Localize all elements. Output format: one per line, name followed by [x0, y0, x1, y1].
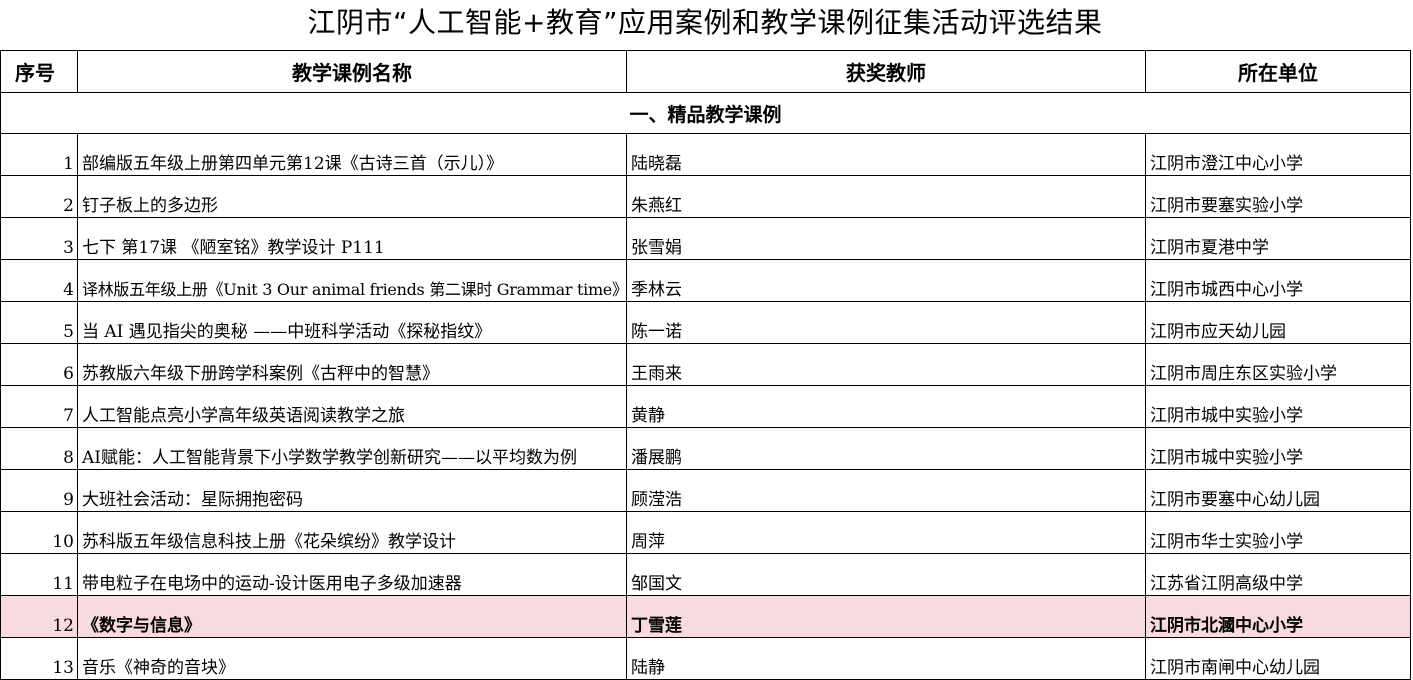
header-school: 所在单位 [1145, 50, 1411, 93]
row-lesson-name: 当 AI 遇见指尖的奥秘 ——中班科学活动《探秘指纹》 [77, 301, 627, 344]
row-no: 4 [0, 259, 78, 302]
row-school: 江阴市周庄东区实验小学 [1145, 343, 1411, 386]
row-teacher: 陆晓磊 [626, 133, 1146, 176]
table-row-highlighted: 12 《数字与信息》 丁雪莲 江阴市北漍中心小学 [0, 595, 1411, 638]
header-teacher: 获奖教师 [626, 50, 1146, 93]
row-no: 1 [0, 133, 78, 176]
row-school: 江阴市城中实验小学 [1145, 427, 1411, 470]
row-no: 12 [0, 595, 78, 638]
section-title: 一、精品教学课例 [0, 92, 1411, 134]
table-row: 9 大班社会活动：星际拥抱密码 顾滢浩 江阴市要塞中心幼儿园 [0, 469, 1411, 512]
row-teacher: 朱燕红 [626, 175, 1146, 218]
row-lesson-name: 译林版五年级上册《Unit 3 Our animal friends 第二课时 … [77, 259, 627, 302]
row-no: 7 [0, 385, 78, 428]
table-row: 1 部编版五年级上册第四单元第12课《古诗三首（示儿）》 陆晓磊 江阴市澄江中心… [0, 133, 1411, 176]
table-header-row: 序号 教学课例名称 获奖教师 所在单位 [0, 50, 1411, 93]
row-school: 江阴市澄江中心小学 [1145, 133, 1411, 176]
row-school: 江阴市北漍中心小学 [1145, 595, 1411, 638]
row-teacher: 陈一诺 [626, 301, 1146, 344]
row-teacher: 季林云 [626, 259, 1146, 302]
row-lesson-name: 七下 第17课 《陋室铭》教学设计 P111 [77, 217, 627, 260]
row-lesson-name: 带电粒子在电场中的运动-设计医用电子多级加速器 [77, 553, 627, 596]
table-row: 10 苏科版五年级信息科技上册《花朵缤纷》教学设计 周萍 江阴市华士实验小学 [0, 511, 1411, 554]
row-teacher: 周萍 [626, 511, 1146, 554]
row-school: 江阴市要塞中心幼儿园 [1145, 469, 1411, 512]
row-school: 江阴市要塞实验小学 [1145, 175, 1411, 218]
row-lesson-name: 人工智能点亮小学高年级英语阅读教学之旅 [77, 385, 627, 428]
row-lesson-name: 苏教版六年级下册跨学科案例《古秤中的智慧》 [77, 343, 627, 386]
row-lesson-name: AI赋能：人工智能背景下小学数学教学创新研究——以平均数为例 [77, 427, 627, 470]
row-teacher: 黄静 [626, 385, 1146, 428]
row-school: 江苏省江阴高级中学 [1145, 553, 1411, 596]
row-lesson-name: 大班社会活动：星际拥抱密码 [77, 469, 627, 512]
row-school: 江阴市城中实验小学 [1145, 385, 1411, 428]
results-table: 序号 教学课例名称 获奖教师 所在单位 一、精品教学课例 1 部编版五年级上册第… [0, 50, 1411, 680]
table-row: 6 苏教版六年级下册跨学科案例《古秤中的智慧》 王雨来 江阴市周庄东区实验小学 [0, 343, 1411, 386]
row-no: 6 [0, 343, 78, 386]
table-row: 7 人工智能点亮小学高年级英语阅读教学之旅 黄静 江阴市城中实验小学 [0, 385, 1411, 428]
row-school: 江阴市华士实验小学 [1145, 511, 1411, 554]
header-name: 教学课例名称 [77, 50, 627, 93]
row-no: 13 [0, 637, 78, 680]
row-no: 2 [0, 175, 78, 218]
row-teacher: 丁雪莲 [626, 595, 1146, 638]
row-no: 8 [0, 427, 78, 470]
table-row: 8 AI赋能：人工智能背景下小学数学教学创新研究——以平均数为例 潘展鹏 江阴市… [0, 427, 1411, 470]
table-row: 13 音乐《神奇的音块》 陆静 江阴市南闸中心幼儿园 [0, 637, 1411, 680]
row-no: 9 [0, 469, 78, 512]
row-teacher: 张雪娟 [626, 217, 1146, 260]
table-row: 5 当 AI 遇见指尖的奥秘 ——中班科学活动《探秘指纹》 陈一诺 江阴市应天幼… [0, 301, 1411, 344]
row-lesson-name: 音乐《神奇的音块》 [77, 637, 627, 680]
row-school: 江阴市应天幼儿园 [1145, 301, 1411, 344]
row-school: 江阴市夏港中学 [1145, 217, 1411, 260]
row-lesson-name: 部编版五年级上册第四单元第12课《古诗三首（示儿）》 [77, 133, 627, 176]
row-lesson-name: 苏科版五年级信息科技上册《花朵缤纷》教学设计 [77, 511, 627, 554]
row-school: 江阴市城西中心小学 [1145, 259, 1411, 302]
row-no: 11 [0, 553, 78, 596]
table-row: 4 译林版五年级上册《Unit 3 Our animal friends 第二课… [0, 259, 1411, 302]
table-row: 11 带电粒子在电场中的运动-设计医用电子多级加速器 邹国文 江苏省江阴高级中学 [0, 553, 1411, 596]
row-teacher: 邹国文 [626, 553, 1146, 596]
table-row: 3 七下 第17课 《陋室铭》教学设计 P111 张雪娟 江阴市夏港中学 [0, 217, 1411, 260]
row-lesson-name: 《数字与信息》 [77, 595, 627, 638]
row-no: 5 [0, 301, 78, 344]
row-teacher: 潘展鹏 [626, 427, 1146, 470]
row-no: 3 [0, 217, 78, 260]
table-row: 2 钉子板上的多边形 朱燕红 江阴市要塞实验小学 [0, 175, 1411, 218]
header-no: 序号 [0, 50, 78, 93]
row-lesson-name: 钉子板上的多边形 [77, 175, 627, 218]
page-title: 江阴市“人工智能+教育”应用案例和教学课例征集活动评选结果 [307, 6, 1103, 39]
row-no: 10 [0, 511, 78, 554]
row-teacher: 顾滢浩 [626, 469, 1146, 512]
row-school: 江阴市南闸中心幼儿园 [1145, 637, 1411, 680]
section-row: 一、精品教学课例 [0, 92, 1411, 134]
row-teacher: 王雨来 [626, 343, 1146, 386]
row-teacher: 陆静 [626, 637, 1146, 680]
